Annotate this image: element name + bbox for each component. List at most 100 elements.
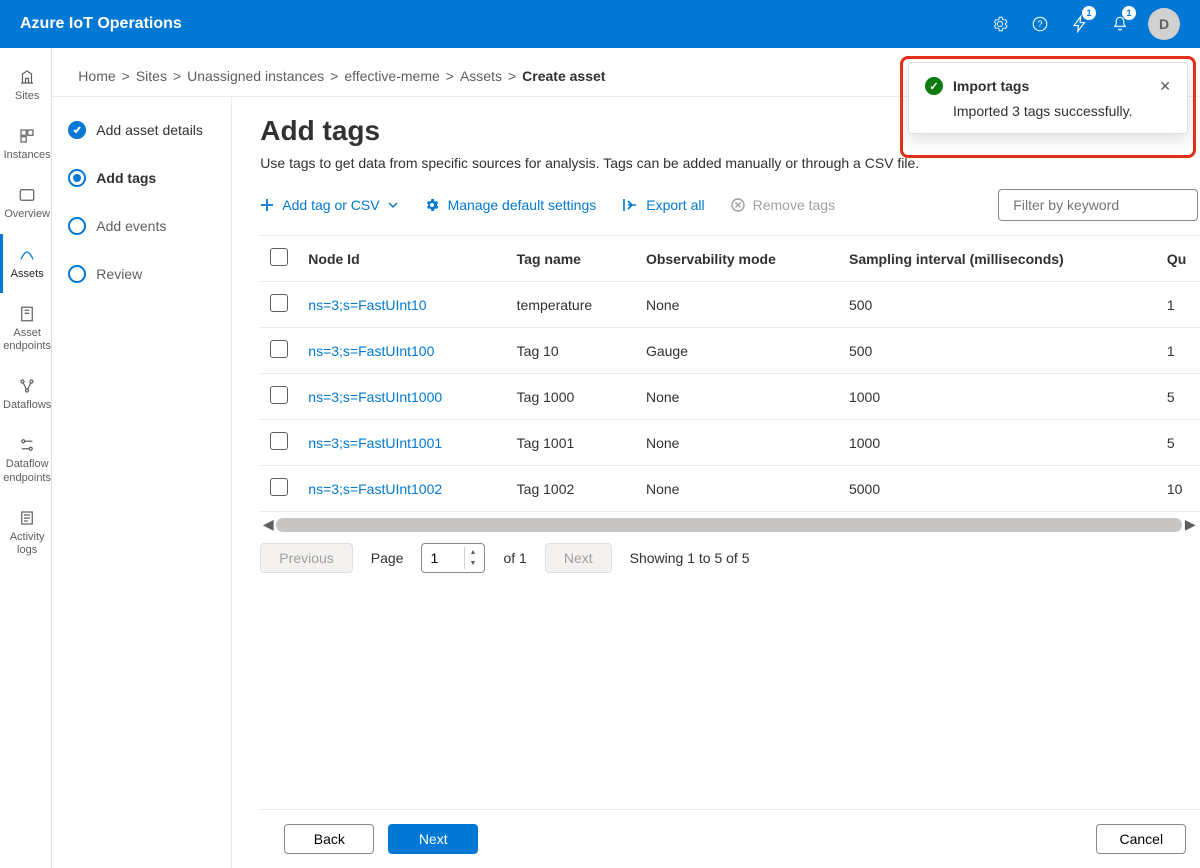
col-qu[interactable]: Qu [1157, 236, 1200, 282]
add-tag-button[interactable]: Add tag or CSV [260, 197, 397, 213]
toast-message: Imported 3 tags successfully. [925, 103, 1171, 119]
table-row: ns=3;s=FastUInt10temperatureNone5001 [260, 282, 1200, 328]
row-checkbox[interactable] [270, 432, 288, 450]
node-id-link[interactable]: ns=3;s=FastUInt1002 [308, 481, 442, 497]
node-id-link[interactable]: ns=3;s=FastUInt100 [308, 343, 434, 359]
step-add-asset-details[interactable]: Add asset details [68, 121, 223, 139]
sidenav-item-assets[interactable]: Assets [0, 234, 51, 293]
scroll-left-icon[interactable]: ◀ [260, 516, 276, 533]
cancel-button[interactable]: Cancel [1096, 824, 1186, 854]
col-node-id[interactable]: Node Id [298, 236, 506, 282]
close-icon[interactable]: ✕ [1159, 78, 1171, 95]
cell-qu: 5 [1157, 374, 1200, 420]
node-id-link[interactable]: ns=3;s=FastUInt10 [308, 297, 426, 313]
app-title: Azure IoT Operations [20, 15, 182, 33]
page-down-icon[interactable]: ▼ [465, 558, 480, 569]
success-check-icon [925, 77, 943, 95]
cell-interval: 500 [839, 328, 1157, 374]
sidenav-item-dataflow-endpoints[interactable]: Dataflow endpoints [0, 424, 51, 496]
node-id-link[interactable]: ns=3;s=FastUInt1000 [308, 389, 442, 405]
cell-qu: 1 [1157, 328, 1200, 374]
showing-text: Showing 1 to 5 of 5 [630, 550, 750, 566]
stepper: Add asset details Add tags Add events Revie… [52, 97, 232, 868]
chevron-down-icon [388, 200, 398, 210]
svg-text:?: ? [1037, 19, 1042, 29]
step-add-events[interactable]: Add events [68, 217, 223, 235]
page-number-input[interactable]: ▲▼ [421, 543, 485, 573]
page-of: of 1 [503, 550, 526, 566]
cell-qu: 10 [1157, 466, 1200, 512]
manage-settings-button[interactable]: Manage default settings [424, 197, 597, 213]
row-checkbox[interactable] [270, 478, 288, 496]
sidenav-item-overview[interactable]: Overview [0, 174, 51, 233]
col-obs-mode[interactable]: Observability mode [636, 236, 839, 282]
remove-tags-label: Remove tags [753, 197, 835, 213]
scroll-right-icon[interactable]: ▶ [1182, 516, 1198, 533]
table-row: ns=3;s=FastUInt1001Tag 1001None10005 [260, 420, 1200, 466]
select-all-checkbox[interactable] [270, 248, 288, 266]
sidenav-item-instances[interactable]: Instances [0, 115, 51, 174]
step-review[interactable]: Review [68, 265, 223, 283]
sidenav-label: Activity logs [3, 531, 51, 557]
export-all-label: Export all [646, 197, 704, 213]
row-checkbox[interactable] [270, 386, 288, 404]
cell-interval: 500 [839, 282, 1157, 328]
breadcrumb-item[interactable]: effective-meme [344, 68, 439, 84]
col-tag-name[interactable]: Tag name [507, 236, 636, 282]
avatar[interactable]: D [1148, 8, 1180, 40]
step-label: Add tags [96, 170, 156, 186]
cell-obs-mode: None [636, 466, 839, 512]
sidenav-label: Asset endpoints [3, 327, 51, 353]
cell-qu: 1 [1157, 282, 1200, 328]
cell-obs-mode: None [636, 420, 839, 466]
pager: Previous Page ▲▼ of 1 Next Showing 1 to … [260, 543, 1200, 573]
next-page-button: Next [545, 543, 612, 573]
node-id-link[interactable]: ns=3;s=FastUInt1001 [308, 435, 442, 451]
sidenav-item-asset-endpoints[interactable]: Asset endpoints [0, 293, 51, 365]
col-sampling[interactable]: Sampling interval (milliseconds) [839, 236, 1157, 282]
next-button[interactable]: Next [388, 824, 478, 854]
row-checkbox[interactable] [270, 294, 288, 312]
sidenav-label: Dataflows [3, 399, 51, 412]
footer: Back Next Cancel [260, 809, 1200, 868]
cell-qu: 5 [1157, 420, 1200, 466]
breadcrumb-item[interactable]: Home [78, 68, 115, 84]
page-description: Use tags to get data from specific sourc… [260, 155, 1200, 171]
sidenav-label: Dataflow endpoints [3, 458, 51, 484]
sidenav-item-activity-logs[interactable]: Activity logs [0, 497, 51, 569]
add-tag-label: Add tag or CSV [282, 197, 379, 213]
bell-icon[interactable]: 1 [1100, 0, 1140, 48]
table-row: ns=3;s=FastUInt100 Tag 10Gauge5001 [260, 328, 1200, 374]
filter-input-wrapper[interactable] [998, 189, 1198, 221]
table-row: ns=3;s=FastUInt1002 Tag 1002None500010 [260, 466, 1200, 512]
cell-interval: 1000 [839, 420, 1157, 466]
breadcrumb-item[interactable]: Unassigned instances [187, 68, 324, 84]
page-up-icon[interactable]: ▲ [465, 547, 480, 558]
remove-tags-button: Remove tags [731, 197, 835, 213]
back-button[interactable]: Back [284, 824, 374, 854]
step-label: Review [96, 266, 142, 282]
sidenav-item-dataflows[interactable]: Dataflows [0, 365, 51, 424]
breadcrumb-item[interactable]: Assets [460, 68, 502, 84]
filter-input[interactable] [1013, 197, 1194, 213]
row-checkbox[interactable] [270, 340, 288, 358]
tags-table: Node Id Tag name Observability mode Samp… [260, 235, 1200, 512]
cell-tag-name: Tag 1002 [507, 466, 636, 512]
sidenav-item-sites[interactable]: Sites [0, 56, 51, 115]
cell-interval: 5000 [839, 466, 1157, 512]
sidenav-label: Sites [15, 90, 39, 103]
lightning-icon[interactable]: 1 [1060, 0, 1100, 48]
cell-tag-name: Tag 10 [507, 328, 636, 374]
breadcrumb-item[interactable]: Sites [136, 68, 167, 84]
cell-obs-mode: Gauge [636, 328, 839, 374]
cell-obs-mode: None [636, 282, 839, 328]
step-add-tags[interactable]: Add tags [68, 169, 223, 187]
sidenav-label: Overview [4, 208, 50, 221]
horizontal-scrollbar[interactable]: ◀ ▶ [260, 516, 1200, 533]
toast-import-tags: Import tags ✕ Imported 3 tags successful… [908, 62, 1188, 134]
sidenav-label: Assets [11, 268, 44, 281]
table-row: ns=3;s=FastUInt1000Tag 1000None10005 [260, 374, 1200, 420]
help-icon[interactable]: ? [1020, 0, 1060, 48]
settings-icon[interactable] [980, 0, 1020, 48]
export-all-button[interactable]: Export all [622, 197, 704, 213]
